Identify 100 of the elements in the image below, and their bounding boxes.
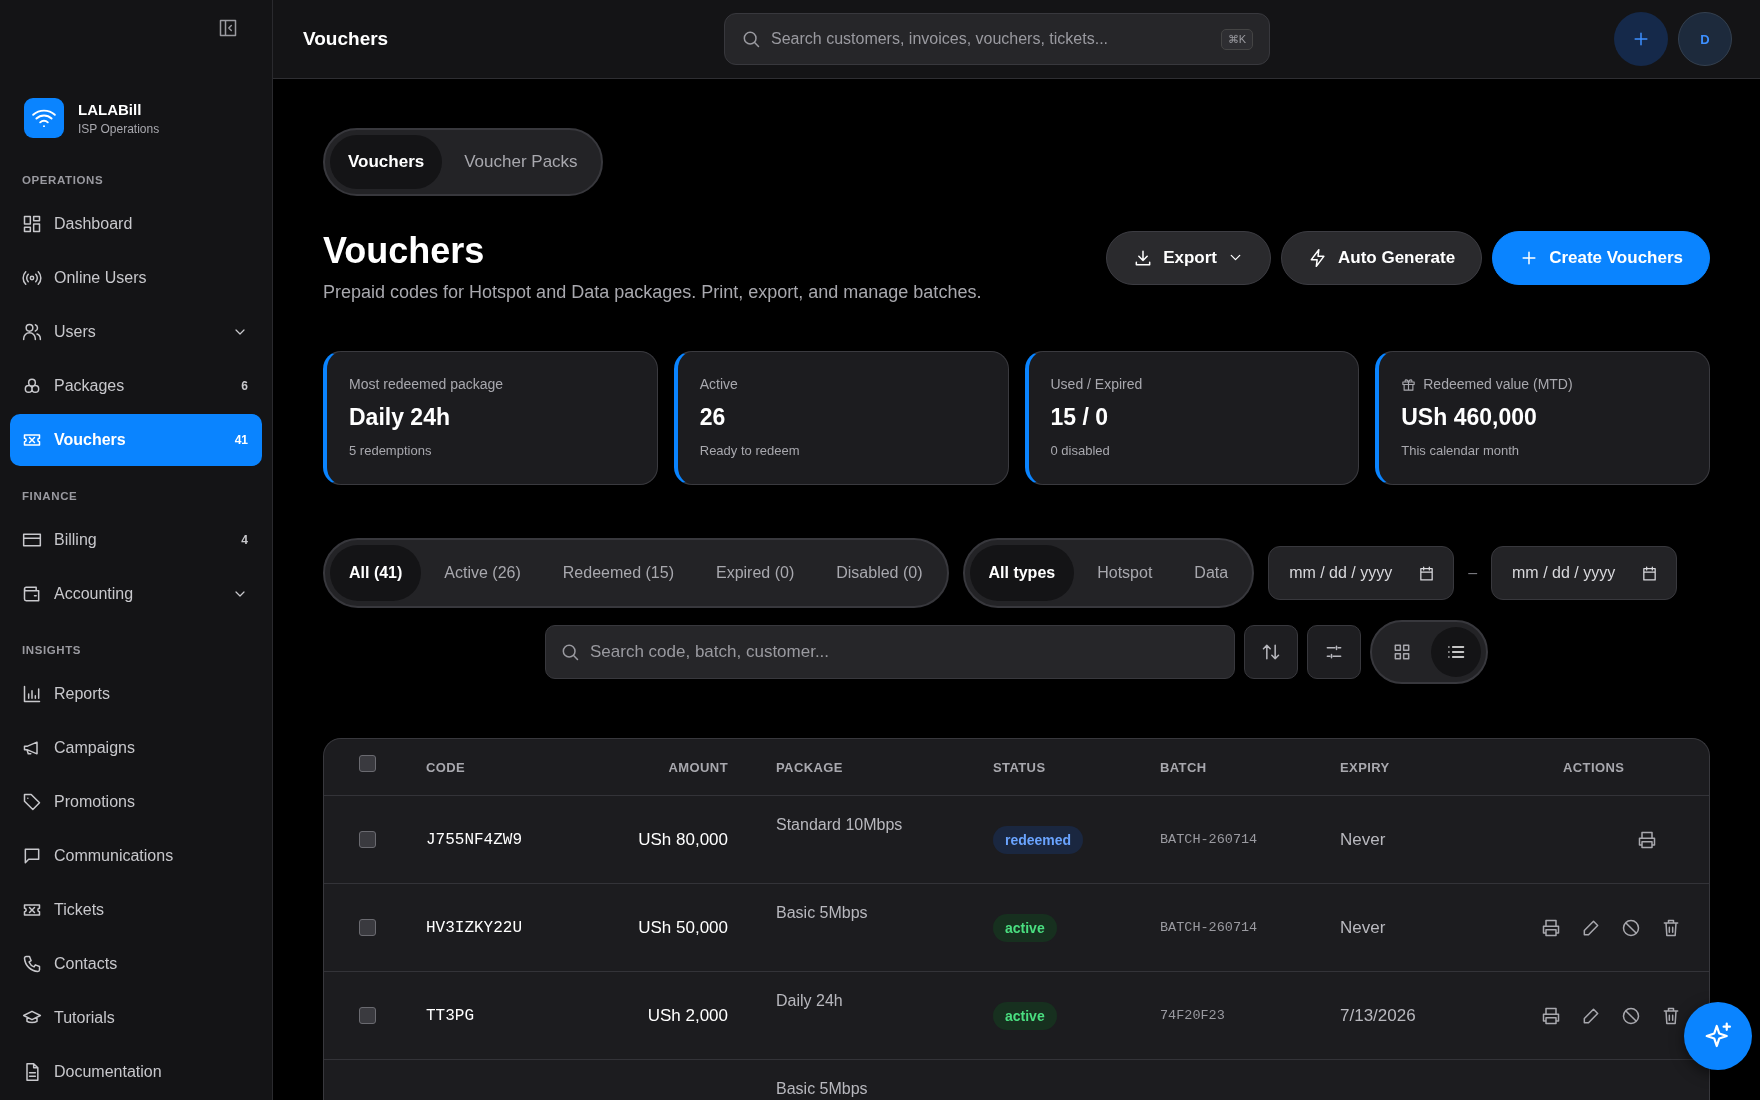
disable-button[interactable] (1621, 1005, 1641, 1026)
stat-value: 15 / 0 (1050, 404, 1110, 431)
auto-generate-button[interactable]: Auto Generate (1281, 230, 1483, 285)
expiry-date: 7/13/2026 (1340, 1005, 1416, 1026)
item-count: 6 (241, 379, 248, 393)
delete-button[interactable] (1661, 1005, 1681, 1026)
status-filter[interactable]: Disabled (0) (817, 545, 942, 601)
tab[interactable]: Voucher Packs (446, 135, 596, 189)
stat-note: 5 redemptions (349, 443, 433, 458)
column-header: PACKAGE (776, 759, 843, 775)
sidebar-item[interactable]: Packages 6 (10, 360, 262, 412)
sidebar-item[interactable]: Campaigns (10, 722, 262, 774)
sort-button[interactable] (1244, 625, 1298, 679)
date-placeholder: mm / dd / yyyy (1512, 564, 1616, 582)
sidebar-item[interactable]: Online Users (10, 252, 262, 304)
column-header: AMOUNT (668, 759, 728, 775)
filter-settings-button[interactable] (1307, 625, 1361, 679)
collapse-sidebar-button[interactable] (218, 18, 238, 38)
print-button[interactable] (1637, 829, 1657, 850)
avatar-button[interactable]: D (1678, 12, 1732, 66)
dashboard-icon (22, 214, 42, 234)
search-field[interactable]: Search code, batch, customer... (545, 625, 1235, 679)
create-button[interactable]: Create Vouchers (1492, 230, 1710, 285)
sidebar-item[interactable]: Billing 4 (10, 514, 262, 566)
sidebar-item[interactable]: Tutorials (10, 992, 262, 1044)
sidebar-item[interactable]: Contacts (10, 938, 262, 990)
voucher-code: J755NF4ZW9 (426, 830, 522, 849)
voucher-code: HV3IZKY22U (426, 918, 522, 937)
batch-id: BATCH-260714 (1160, 920, 1258, 935)
sidebar-item[interactable]: Documentation (10, 1046, 262, 1098)
sidebar-item-label: Vouchers (54, 431, 127, 449)
grid-icon (1392, 642, 1412, 662)
heading: Vouchers (323, 230, 486, 272)
sidebar-item-label: Accounting (54, 585, 135, 603)
sidebar-item[interactable]: Accounting (10, 568, 262, 620)
sidebar-item-label: Dashboard (54, 215, 134, 233)
print-button[interactable] (1541, 1005, 1561, 1026)
row-checkbox[interactable] (358, 919, 376, 936)
global-search-field[interactable]: Search customers, invoices, vouchers, tickets... ⌘K (724, 13, 1270, 65)
delete-button[interactable] (1661, 917, 1681, 938)
collapse-sidebar-icon (218, 18, 238, 38)
column-header: EXPIRY (1340, 759, 1390, 775)
date-field[interactable]: mm / dd / yyyy (1268, 546, 1455, 600)
wallet-icon (22, 584, 42, 604)
sidebar-item[interactable]: Users (10, 306, 262, 358)
type-filter[interactable]: All types (969, 545, 1075, 601)
type-filter[interactable]: Data (1175, 545, 1248, 601)
credit-card-icon (22, 530, 42, 550)
stat-label: Used / Expired (1050, 376, 1143, 392)
sidebar-item[interactable]: Vouchers 41 (10, 414, 262, 466)
stat-note: 0 disabled (1050, 443, 1111, 458)
sidebar-item[interactable]: Reports (10, 668, 262, 720)
batch-id: 74F20F23 (1160, 1008, 1225, 1023)
status-filter[interactable]: Active (26) (425, 545, 540, 601)
export-button[interactable]: Export (1106, 230, 1271, 285)
calendar-icon (1418, 564, 1436, 582)
sidebar-item-label: Reports (54, 685, 112, 703)
stat-value: USh 460,000 (1401, 404, 1538, 431)
item-count: 4 (241, 533, 248, 547)
date-field[interactable]: mm / dd / yyyy (1491, 546, 1678, 600)
sidebar-item[interactable]: Promotions (10, 776, 262, 828)
printer-icon (1541, 917, 1561, 938)
item-count: 41 (234, 433, 248, 447)
status-filter[interactable]: Redeemed (15) (543, 545, 693, 601)
row-checkbox[interactable] (358, 1007, 376, 1024)
disable-button[interactable] (1621, 917, 1641, 938)
search-icon (560, 642, 580, 662)
expiry-date: Never (1340, 829, 1386, 850)
type-filter[interactable]: Hotspot (1078, 545, 1172, 601)
list-view-button[interactable] (1431, 627, 1481, 677)
row-checkbox[interactable] (358, 831, 376, 848)
lightning-icon (1308, 247, 1328, 268)
sidebar-item[interactable]: Communications (10, 830, 262, 882)
print-button[interactable] (1541, 917, 1561, 938)
sidebar-item-label: Campaigns (54, 739, 136, 757)
tab[interactable]: Vouchers (330, 135, 443, 189)
broadcast-icon (22, 268, 42, 288)
stat-note: Ready to redeem (699, 443, 801, 458)
section-heading: OPERATIONS (21, 173, 105, 188)
status-badge: active (993, 1001, 1057, 1030)
gift-icon (1401, 376, 1417, 392)
sidebar-item[interactable]: Tickets (10, 884, 262, 936)
section-heading: INSIGHTS (21, 643, 83, 658)
batch-id: BATCH-260714 (1160, 832, 1258, 847)
brand-name: LALABill (78, 100, 143, 118)
stat-label: Most redeemed package (349, 376, 504, 392)
stat-note: This calendar month (1401, 443, 1521, 458)
package-name: Basic 5Mbps (776, 904, 868, 922)
range-separator: – (1468, 564, 1478, 582)
package-name: Standard 10Mbps (776, 816, 903, 834)
select-all-checkbox[interactable] (358, 755, 376, 772)
calendar-icon (1641, 564, 1659, 582)
status-filter[interactable]: All (41) (330, 545, 422, 601)
amount: USh 50,000 (638, 917, 728, 938)
sidebar-item[interactable]: Dashboard (10, 198, 262, 250)
amount: USh 80,000 (638, 829, 728, 850)
status-badge: redeemed (993, 825, 1084, 854)
status-filter[interactable]: Expired (0) (697, 545, 814, 601)
sidebar-item-label: Online Users (54, 269, 148, 287)
sidebar-item-label: Billing (54, 531, 98, 549)
